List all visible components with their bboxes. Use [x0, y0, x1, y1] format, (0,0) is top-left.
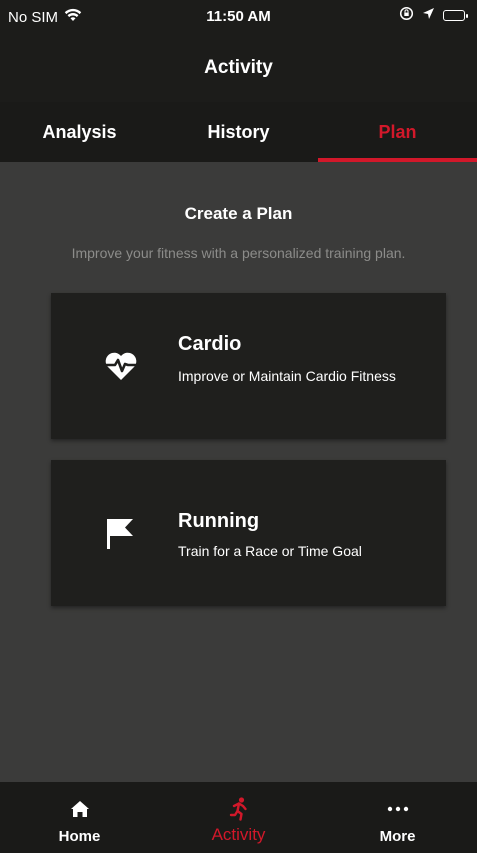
more-dots-icon [387, 798, 409, 820]
nav-activity[interactable]: Activity [159, 782, 318, 853]
bottom-nav: Home Activity More [0, 782, 477, 853]
battery-icon [443, 10, 468, 21]
card-title: Cardio [178, 333, 242, 355]
flag-icon [103, 515, 139, 551]
tab-bar: Analysis History Plan [0, 102, 477, 162]
nav-activity-label: Activity [211, 825, 266, 844]
card-description: Train for a Race or Time Goal [178, 543, 362, 559]
location-arrow-icon [422, 7, 435, 24]
nav-more[interactable]: More [318, 782, 477, 853]
page-title: Activity [0, 34, 477, 102]
tab-history[interactable]: History [159, 102, 318, 162]
card-title: Running [178, 510, 260, 532]
orientation-lock-icon [399, 6, 414, 25]
cardio-plan-card[interactable]: Cardio Improve or Maintain Cardio Fitnes… [51, 293, 446, 439]
heart-pulse-icon [103, 348, 139, 384]
section-subtitle: Improve your fitness with a personalized… [71, 245, 406, 261]
tab-plan[interactable]: Plan [318, 102, 477, 162]
nav-more-label: More [379, 828, 416, 845]
runner-icon [228, 797, 250, 821]
nav-home-label: Home [58, 828, 101, 845]
section-title: Create a Plan [184, 204, 293, 223]
app-screen: No SIM 11:50 AM Activity Analysis Histor… [0, 0, 477, 853]
nav-home[interactable]: Home [0, 782, 159, 853]
tab-analysis[interactable]: Analysis [0, 102, 159, 162]
plan-content: Create a Plan Improve your fitness with … [0, 162, 477, 782]
running-plan-card[interactable]: Running Train for a Race or Time Goal [51, 460, 446, 606]
card-description: Improve or Maintain Cardio Fitness [178, 368, 396, 384]
status-right [399, 6, 468, 25]
status-bar: No SIM 11:50 AM [0, 0, 477, 34]
home-icon [69, 798, 91, 820]
